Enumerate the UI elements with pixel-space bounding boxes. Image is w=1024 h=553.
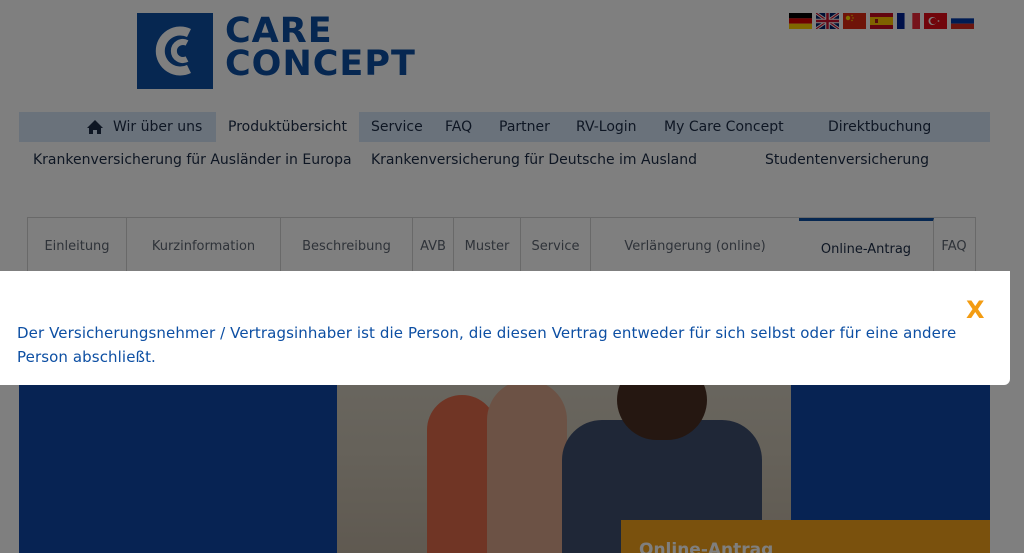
close-icon[interactable]: X (966, 298, 985, 322)
modal-message: Der Versicherungsnehmer / Vertragsinhabe… (17, 324, 957, 366)
info-modal: X Der Versicherungsnehmer / Vertragsinha… (0, 271, 1010, 385)
